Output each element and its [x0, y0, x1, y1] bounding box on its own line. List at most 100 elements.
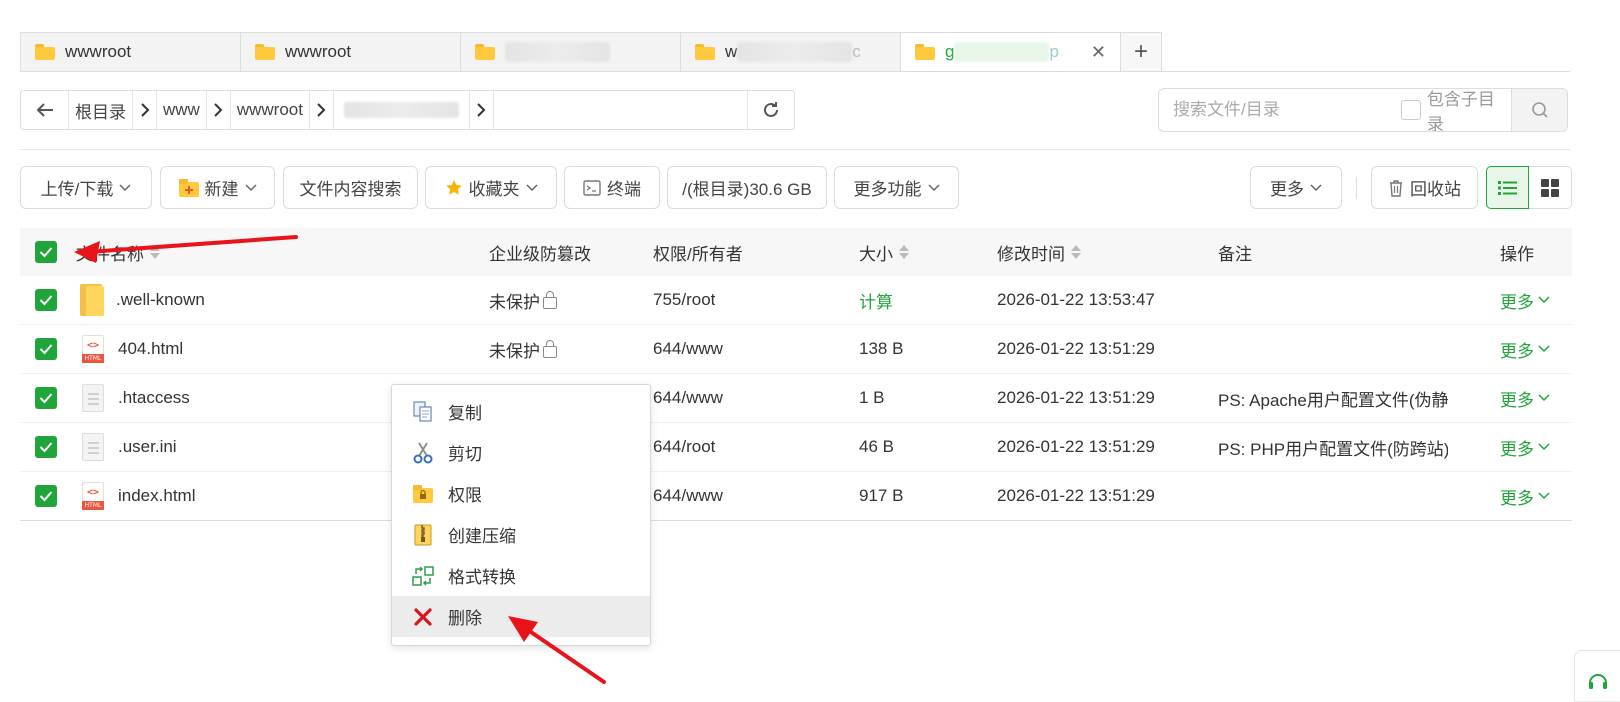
- note: PS: PHP用户配置文件(防跨站): [1218, 439, 1448, 459]
- new-button[interactable]: 新建: [160, 166, 275, 209]
- table-row[interactable]: <> 404.html 未保护 644/www 138 B 2026-01-22 …: [20, 325, 1572, 374]
- checkbox-checked[interactable]: [35, 485, 57, 507]
- redacted-label: [737, 42, 853, 62]
- path-input-area[interactable]: [494, 91, 748, 129]
- file-size: 1 B: [859, 388, 885, 407]
- refresh-button[interactable]: [748, 91, 794, 129]
- crumb-www[interactable]: www: [157, 91, 207, 129]
- file-name[interactable]: .user.ini: [118, 437, 177, 457]
- permission[interactable]: 644/www: [653, 339, 723, 359]
- favorites-button[interactable]: 收藏夹: [425, 166, 557, 209]
- select-all-checkbox[interactable]: [35, 241, 57, 263]
- disk-usage-button[interactable]: /(根目录)30.6 GB: [667, 166, 827, 209]
- table-row[interactable]: .well-known 未保护 755/root 计算 2026-01-22 1…: [20, 276, 1572, 325]
- permission[interactable]: 644/www: [653, 486, 723, 506]
- checkbox-checked[interactable]: [35, 387, 57, 409]
- search-box: 包含子目录: [1158, 88, 1568, 132]
- tab-active[interactable]: g p ✕: [900, 32, 1120, 72]
- permission[interactable]: 755/root: [653, 290, 715, 310]
- menu-item-copy[interactable]: 复制: [392, 391, 650, 432]
- text-file-icon: [82, 384, 104, 412]
- menu-label: 权限: [448, 486, 482, 505]
- redacted-label: [954, 42, 1050, 62]
- header-label: 大小: [859, 244, 893, 264]
- folder-icon: [80, 284, 104, 316]
- customer-service-button[interactable]: [1574, 650, 1620, 702]
- new-folder-icon: [178, 178, 199, 197]
- header-protect: 企业级防篡改: [489, 240, 591, 265]
- divider: [20, 149, 1570, 150]
- row-more-button[interactable]: 更多: [1500, 288, 1550, 313]
- file-name[interactable]: index.html: [118, 486, 195, 506]
- modified-time: 2026-01-22 13:51:29: [997, 486, 1155, 505]
- more-button[interactable]: 更多: [1250, 166, 1342, 209]
- crumb-wwwroot[interactable]: wwwroot: [231, 91, 310, 129]
- back-button[interactable]: [21, 91, 69, 129]
- convert-icon: [412, 565, 434, 587]
- menu-item-convert[interactable]: 格式转换: [392, 555, 650, 596]
- crumb-root[interactable]: 根目录: [69, 91, 133, 129]
- file-name[interactable]: 404.html: [118, 339, 183, 359]
- header-ops: 操作: [1500, 240, 1534, 265]
- table-row[interactable]: .user.ini 644/root 46 B 2026-01-22 13:51…: [20, 423, 1572, 472]
- folder-icon: [695, 44, 715, 60]
- more-label: 更多: [1500, 390, 1534, 410]
- menu-item-compress[interactable]: 创建压缩: [392, 514, 650, 555]
- header-label: 操作: [1500, 244, 1534, 264]
- text-file-icon: [82, 433, 104, 461]
- checkbox-checked[interactable]: [35, 289, 57, 311]
- menu-label: 格式转换: [448, 568, 516, 587]
- checkbox-checked[interactable]: [35, 241, 57, 263]
- trash-icon: [1390, 179, 1402, 197]
- list-view-button[interactable]: [1486, 166, 1529, 209]
- row-more-button[interactable]: 更多: [1500, 337, 1550, 362]
- html-file-icon: <>: [82, 482, 104, 510]
- table-row[interactable]: <> index.html 644/www 917 B 2026-01-22 13…: [20, 472, 1572, 521]
- grid-view-button[interactable]: [1529, 166, 1572, 209]
- menu-item-permission[interactable]: 权限: [392, 473, 650, 514]
- header-mtime[interactable]: 修改时间: [997, 240, 1081, 265]
- chevron-down-icon: [119, 183, 131, 191]
- crumb-site[interactable]: [334, 91, 470, 129]
- button-label: 文件内容搜索: [299, 180, 402, 199]
- close-icon[interactable]: ✕: [1091, 42, 1106, 63]
- tab-blurred-4[interactable]: w c: [680, 32, 900, 72]
- table-row[interactable]: .htaccess 644/www 1 B 2026-01-22 13:51:2…: [20, 374, 1572, 423]
- more-label: 更多: [1500, 341, 1534, 361]
- chevron-down-icon: [1538, 296, 1550, 304]
- button-label: 新建: [204, 180, 239, 199]
- search-input[interactable]: [1173, 100, 1373, 120]
- unlock-icon[interactable]: [543, 291, 557, 309]
- more-functions-button[interactable]: 更多功能: [834, 166, 959, 209]
- search-button[interactable]: [1511, 89, 1567, 131]
- checkbox[interactable]: [1401, 100, 1421, 120]
- sort-icon: [150, 245, 160, 259]
- content-search-button[interactable]: 文件内容搜索: [283, 166, 418, 209]
- tab-wwwroot-2[interactable]: wwwroot: [240, 32, 460, 72]
- checkbox-checked[interactable]: [35, 338, 57, 360]
- recycle-bin-button[interactable]: 回收站: [1371, 166, 1478, 209]
- permission[interactable]: 644/root: [653, 437, 715, 457]
- terminal-button[interactable]: 终端: [564, 166, 660, 209]
- tab-blurred-3[interactable]: [460, 32, 680, 72]
- tab-label: g: [945, 42, 955, 61]
- include-subdir-checkbox[interactable]: 包含子目录: [1401, 89, 1511, 131]
- file-name[interactable]: .htaccess: [118, 388, 190, 408]
- upload-download-button[interactable]: 上传/下载: [20, 166, 152, 209]
- path-bar: 根目录 www wwwroot: [20, 90, 795, 130]
- tab-wwwroot-1[interactable]: wwwroot: [20, 32, 240, 72]
- header-size[interactable]: 大小: [859, 240, 909, 265]
- file-name[interactable]: .well-known: [116, 290, 205, 310]
- checkbox-checked[interactable]: [35, 436, 57, 458]
- header-name[interactable]: 文件名称: [76, 240, 160, 265]
- calc-size-link[interactable]: 计算: [859, 288, 893, 313]
- permission[interactable]: 644/www: [653, 388, 723, 408]
- menu-item-cut[interactable]: 剪切: [392, 432, 650, 473]
- menu-item-delete[interactable]: 删除: [392, 596, 650, 637]
- menu-label: 复制: [448, 404, 482, 423]
- row-more-button[interactable]: 更多: [1500, 386, 1550, 411]
- unlock-icon[interactable]: [543, 340, 557, 358]
- row-more-button[interactable]: 更多: [1500, 435, 1550, 460]
- add-tab-button[interactable]: +: [1120, 32, 1162, 72]
- row-more-button[interactable]: 更多: [1500, 484, 1550, 509]
